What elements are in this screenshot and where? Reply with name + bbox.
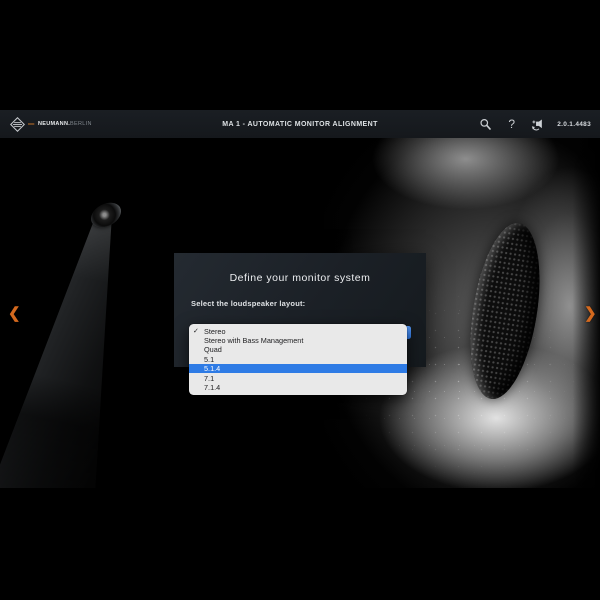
- header-bar: NEUMANN.BERLIN MA 1 - AUTOMATIC MONITOR …: [0, 110, 600, 138]
- menu-item-label: Stereo: [204, 326, 226, 336]
- menu-item-label: 5.1.4: [204, 364, 221, 374]
- search-icon[interactable]: [479, 118, 492, 131]
- menu-item-5-1[interactable]: 5.1: [189, 355, 407, 364]
- microphone-body: [0, 210, 112, 488]
- menu-item-label: Quad: [204, 345, 222, 355]
- menu-item-5-1-4[interactable]: 5.1.4: [189, 364, 407, 374]
- help-glyph: ?: [508, 117, 516, 131]
- menu-item-label: 5.1: [204, 354, 215, 364]
- menu-item-stereo-with-bass-management[interactable]: Stereo with Bass Management: [189, 336, 407, 345]
- menu-item-stereo[interactable]: ✓ Stereo: [189, 327, 407, 336]
- checkmark-icon: ✓: [193, 328, 199, 336]
- firmware-update-icon[interactable]: [531, 118, 544, 131]
- menu-item-7-1[interactable]: 7.1: [189, 373, 407, 383]
- help-icon[interactable]: ?: [505, 118, 518, 131]
- menu-item-7-1-4[interactable]: 7.1.4: [189, 383, 407, 392]
- menu-item-label: 7.1.4: [204, 383, 221, 393]
- layout-menu: ✓ Stereo Stereo with Bass Management Quad 5.…: [189, 324, 407, 395]
- header-actions: ? 2.0.1.4483: [479, 118, 591, 131]
- carousel-prev-icon[interactable]: ❮: [8, 306, 21, 321]
- version-label: 2.0.1.4483: [557, 120, 591, 128]
- menu-item-label: Stereo with Bass Management: [204, 336, 304, 346]
- dialog-title: Define your monitor system: [229, 272, 371, 284]
- menu-item-label: 7.1: [204, 373, 215, 383]
- carousel-next-icon[interactable]: ❯: [584, 306, 597, 321]
- menu-item-quad[interactable]: Quad: [189, 345, 407, 354]
- layout-select-label: Select the loudspeaker layout:: [191, 299, 306, 308]
- app: { "header": { "brand": { "name": "NEUMAN…: [0, 0, 600, 600]
